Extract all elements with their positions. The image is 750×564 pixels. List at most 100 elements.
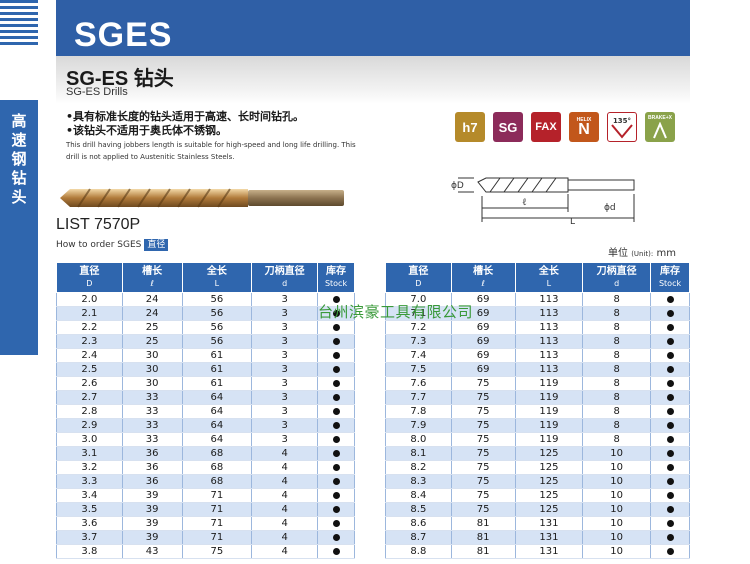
cell-flute-length: 81 — [450, 530, 516, 545]
cell-flute-length: 75 — [450, 502, 516, 517]
english-description: This drill having jobbers length is suit… — [66, 141, 356, 161]
table-row: 7.6 75 119 8 — [385, 376, 690, 391]
stock-dot-icon — [666, 505, 674, 513]
cell-stock — [317, 390, 355, 405]
cell-stock — [650, 362, 690, 377]
cell-diameter: 2.0 — [56, 292, 123, 307]
cell-stock — [650, 488, 690, 503]
side-tab-char: 头 — [11, 188, 27, 206]
cell-flute-length: 75 — [450, 404, 516, 419]
cell-overall-length: 61 — [181, 362, 253, 377]
cell-overall-length: 113 — [514, 292, 584, 307]
stock-dot-icon — [666, 463, 674, 471]
cell-overall-length: 56 — [181, 306, 253, 321]
cell-shank-diameter: 4 — [251, 474, 319, 489]
cell-diameter: 3.0 — [56, 432, 123, 447]
cell-overall-length: 125 — [514, 460, 584, 475]
table-row: 8.3 75 125 10 — [385, 474, 690, 489]
cell-shank-diameter: 8 — [582, 334, 652, 349]
cell-diameter: 7.3 — [385, 334, 452, 349]
cell-shank-diameter: 8 — [582, 390, 652, 405]
cell-overall-length: 71 — [181, 516, 253, 531]
stock-dot-icon — [332, 393, 340, 401]
cell-overall-length: 56 — [181, 320, 253, 335]
table-row: 8.1 75 125 10 — [385, 446, 690, 461]
cell-overall-length: 119 — [514, 418, 584, 433]
cell-diameter: 2.1 — [56, 306, 123, 321]
cell-shank-diameter: 10 — [582, 446, 652, 461]
stock-dot-icon — [666, 407, 674, 415]
cell-overall-length: 131 — [514, 516, 584, 531]
cell-shank-diameter: 8 — [582, 320, 652, 335]
cell-flute-length: 69 — [450, 334, 516, 349]
table-row: 2.8 33 64 3 — [56, 404, 355, 419]
cell-flute-length: 24 — [121, 306, 183, 321]
table-row: 8.4 75 125 10 — [385, 488, 690, 503]
table-row: 3.6 39 71 4 — [56, 516, 355, 531]
cell-diameter: 7.8 — [385, 404, 452, 419]
cell-diameter: 8.0 — [385, 432, 452, 447]
cell-shank-diameter: 10 — [582, 530, 652, 545]
stock-dot-icon — [666, 449, 674, 457]
left-stripes — [0, 0, 38, 100]
col-header-flute-length: 槽长 ℓ — [450, 262, 516, 293]
side-tab-char: 钢 — [11, 150, 27, 168]
cell-stock — [317, 418, 355, 433]
stock-dot-icon — [666, 533, 674, 541]
cell-flute-length: 75 — [450, 488, 516, 503]
dimension-diagram: ϕD ℓ L ϕd — [451, 177, 635, 227]
cell-diameter: 7.2 — [385, 320, 452, 335]
cell-flute-length: 36 — [121, 474, 183, 489]
cell-flute-length: 30 — [121, 348, 183, 363]
table-row: 2.1 24 56 3 — [56, 306, 355, 321]
cell-flute-length: 69 — [450, 320, 516, 335]
cell-overall-length: 131 — [514, 530, 584, 545]
cell-diameter: 2.7 — [56, 390, 123, 405]
cell-overall-length: 125 — [514, 474, 584, 489]
cell-diameter: 3.8 — [56, 544, 123, 559]
company-watermark: 台州滨豪工具有限公司 — [318, 303, 474, 321]
cell-overall-length: 68 — [181, 460, 253, 475]
cell-shank-diameter: 10 — [582, 516, 652, 531]
table-row: 2.2 25 56 3 — [56, 320, 355, 335]
col-header-overall-length: 全长 L — [181, 262, 253, 293]
cell-overall-length: 113 — [514, 334, 584, 349]
side-tab-char: 钻 — [11, 169, 27, 187]
cell-stock — [317, 530, 355, 545]
cell-stock — [317, 376, 355, 391]
order-badge: 直径 — [144, 239, 169, 251]
stock-dot-icon — [666, 435, 674, 443]
cell-shank-diameter: 8 — [582, 292, 652, 307]
stock-dot-icon — [332, 505, 340, 513]
page-title: SGES — [74, 16, 173, 54]
cell-flute-length: 25 — [121, 334, 183, 349]
cell-shank-diameter: 4 — [251, 516, 319, 531]
cell-diameter: 2.3 — [56, 334, 123, 349]
cell-overall-length: 56 — [181, 292, 253, 307]
cell-shank-diameter: 3 — [251, 390, 319, 405]
cell-stock — [650, 292, 690, 307]
table-row: 3.1 36 68 4 — [56, 446, 355, 461]
stock-dot-icon — [666, 351, 674, 359]
table-row: 7.9 75 119 8 — [385, 418, 690, 433]
cell-stock — [650, 530, 690, 545]
cell-flute-length: 30 — [121, 362, 183, 377]
order-instruction: How to order SGES 直径 — [56, 237, 169, 251]
table-row: 7.8 75 119 8 — [385, 404, 690, 419]
cell-overall-length: 64 — [181, 390, 253, 405]
cell-flute-length: 33 — [121, 432, 183, 447]
stock-dot-icon — [332, 407, 340, 415]
cell-shank-diameter: 3 — [251, 404, 319, 419]
side-tab-char: 速 — [11, 131, 27, 149]
cell-diameter: 8.5 — [385, 502, 452, 517]
cell-shank-diameter: 3 — [251, 306, 319, 321]
cell-shank-diameter: 8 — [582, 418, 652, 433]
cell-shank-diameter: 3 — [251, 320, 319, 335]
table-row: 8.5 75 125 10 — [385, 502, 690, 517]
stock-dot-icon — [666, 379, 674, 387]
cell-overall-length: 64 — [181, 418, 253, 433]
spec-table-left: 直径 D 槽长 ℓ 全长 L 刀柄直径 d 库存 Stock 2.0 24 56 3 2.1 24 5… — [56, 262, 355, 559]
cell-shank-diameter: 3 — [251, 418, 319, 433]
stock-dot-icon — [666, 519, 674, 527]
cell-diameter: 7.4 — [385, 348, 452, 363]
